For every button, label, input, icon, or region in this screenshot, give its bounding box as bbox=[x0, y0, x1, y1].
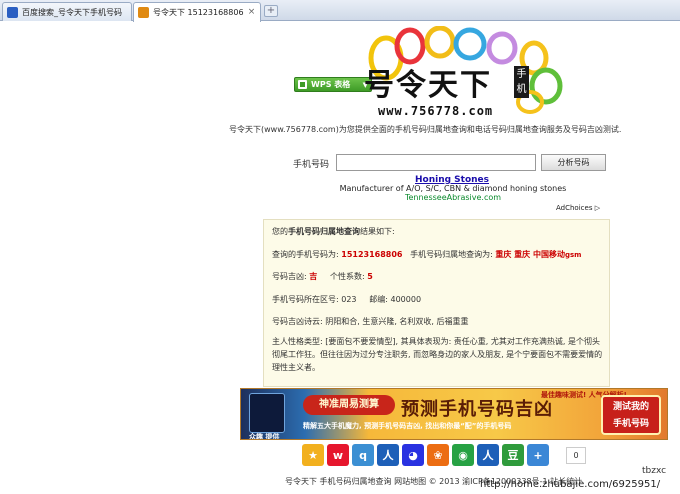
intro-text: 号令天下(www.756778.com)为您提供全面的手机号码归属地查询和电话号… bbox=[229, 125, 622, 134]
browser-tab-haolingtianxia[interactable]: 号令天下 15123168806 重庆 × bbox=[133, 2, 261, 22]
site-favicon-icon bbox=[138, 7, 149, 18]
renren-icon[interactable]: 人 bbox=[377, 444, 399, 466]
banner-headline: 预测手机号码吉凶 bbox=[401, 399, 553, 420]
tab-label: 百度搜索_号令天下手机号码 bbox=[22, 7, 122, 17]
zip-label: 邮编: bbox=[369, 295, 388, 304]
share-count: 0 bbox=[566, 447, 586, 464]
analyze-number-button[interactable]: 分析号码 bbox=[541, 154, 606, 171]
close-tab-icon[interactable]: × bbox=[247, 8, 256, 17]
watermark-url: http://home.zhubajie.com/6925951/ bbox=[480, 479, 661, 490]
adchoices-link[interactable]: AdChoices ▷ bbox=[556, 204, 600, 212]
result-header: 您的手机号码归属地查询结果如下: bbox=[272, 226, 395, 237]
banner-subtext: 精解五大手机魔力, 预测手机号码吉凶, 找出和你最“配”的手机号码 bbox=[303, 422, 512, 430]
wps-table-button[interactable]: WPS 表格 ▼ bbox=[294, 77, 372, 92]
logo-ring-orange bbox=[424, 26, 456, 59]
cta-line-1: 测试我的 bbox=[612, 402, 649, 412]
banner-provider: 众趣 提供 bbox=[249, 433, 280, 440]
pengyou-icon[interactable]: ❀ bbox=[427, 444, 449, 466]
luck-label: 号码吉凶: bbox=[272, 272, 307, 281]
renren-alt-icon[interactable]: 人 bbox=[477, 444, 499, 466]
logo-ring-green bbox=[529, 67, 563, 105]
browser-tab-baidu[interactable]: 百度搜索_号令天下手机号码 bbox=[2, 2, 132, 21]
logo-ring-red bbox=[394, 27, 426, 65]
ad-url-link[interactable]: TennesseeAbrasive.com bbox=[322, 193, 584, 202]
network-type-value: gsm bbox=[564, 251, 582, 259]
result-panel: 您的手机号码归属地查询结果如下: 查询的手机号码为: 15123168806 手… bbox=[263, 219, 610, 387]
qzone-icon[interactable]: ★ bbox=[302, 444, 324, 466]
area-row: 手机号码所在区号: 023 邮编: 400000 bbox=[272, 294, 421, 305]
logo-ring-blue bbox=[453, 27, 487, 61]
wps-icon bbox=[298, 80, 307, 89]
wps-label: WPS 表格 bbox=[311, 80, 351, 89]
location-value: 重庆 重庆 中国移动 bbox=[495, 250, 565, 259]
weibo-icon[interactable]: w bbox=[327, 444, 349, 466]
tab-label: 号令天下 15123168806 重庆 bbox=[153, 8, 244, 17]
kaixin-icon[interactable]: ◉ bbox=[452, 444, 474, 466]
personality-description: 主人性格类型: [要面包不要爱情型], 其具体表现为: 责任心重, 尤其对工作充… bbox=[272, 337, 603, 372]
result-header-post: 结果如下: bbox=[360, 227, 395, 236]
new-tab-button[interactable]: + bbox=[264, 5, 278, 17]
luck-row: 号码吉凶: 吉 个性系数: 5 bbox=[272, 271, 373, 282]
luck-value: 吉 bbox=[309, 272, 318, 281]
test-my-number-button[interactable]: 测试我的 手机号码 bbox=[601, 395, 661, 435]
query-number-label: 查询的手机号码为: bbox=[272, 250, 339, 259]
site-title: 号令天下 bbox=[364, 68, 492, 103]
area-code-value: 023 bbox=[341, 295, 357, 304]
query-number-value: 15123168806 bbox=[341, 250, 403, 259]
logo-ring-purple bbox=[486, 31, 518, 65]
coefficient-label: 个性系数: bbox=[329, 272, 365, 281]
more-share-icon[interactable]: + bbox=[527, 444, 549, 466]
query-result-row: 查询的手机号码为: 15123168806 手机号码归属地查询为: 重庆 重庆 … bbox=[272, 249, 581, 260]
baidu-icon[interactable]: ◕ bbox=[402, 444, 424, 466]
ad-description: Manufacturer of A/O, S/C, CBN & diamond … bbox=[339, 184, 567, 193]
coefficient-value: 5 bbox=[367, 272, 373, 281]
douban-icon[interactable]: 豆 bbox=[502, 444, 524, 466]
cta-line-2: 手机号码 bbox=[612, 419, 649, 429]
phone-number-input[interactable] bbox=[336, 154, 536, 171]
location-label: 手机号码归属地查询为: bbox=[410, 250, 493, 259]
phone-graphic-icon bbox=[249, 393, 285, 433]
phone-number-label: 手机号码 bbox=[293, 160, 330, 170]
result-header-bold: 手机号码归属地查询 bbox=[288, 227, 360, 236]
test-banner-ad[interactable]: 众趣 提供 神准周易测算 预测手机号码吉凶 最佳趣味测试! 人气分解析! 精解五… bbox=[240, 388, 668, 440]
luck-poem: 号码吉凶诗云: 阴阳和合, 生意兴隆, 名利双收, 后福重重 bbox=[272, 317, 469, 326]
banner-seal: 神准周易测算 bbox=[303, 395, 395, 415]
tencent-weibo-icon[interactable]: q bbox=[352, 444, 374, 466]
watermark-username: tbzxc bbox=[642, 466, 667, 476]
baidu-favicon-icon bbox=[7, 6, 18, 18]
result-header-pre: 您的 bbox=[272, 227, 288, 236]
area-code-label: 手机号码所在区号: bbox=[272, 295, 339, 304]
site-url: www.756778.com bbox=[378, 104, 494, 118]
browser-tab-bar: 百度搜索_号令天下手机号码 号令天下 15123168806 重庆 × + bbox=[0, 0, 680, 22]
site-badge: 手机 bbox=[514, 66, 529, 98]
zip-value: 400000 bbox=[390, 295, 422, 304]
share-icon-row: ★ w q 人 ◕ ❀ ◉ 人豆 + bbox=[302, 444, 549, 466]
